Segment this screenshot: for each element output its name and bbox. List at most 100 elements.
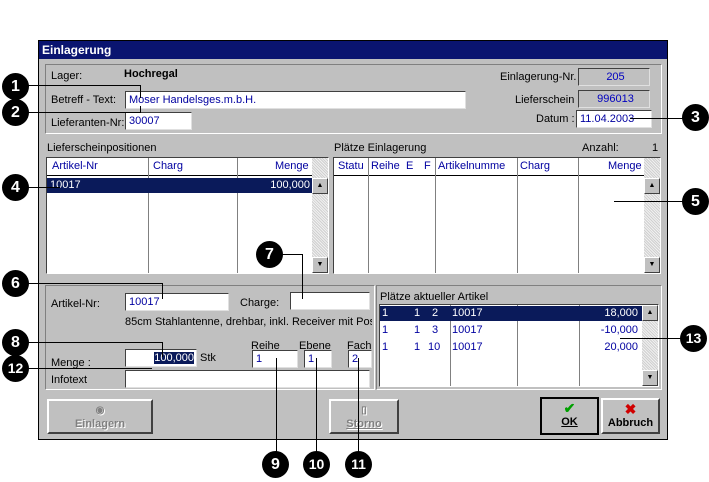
col-reihe[interactable]: Reihe xyxy=(371,160,400,172)
lieferanten-input[interactable]: 30007 xyxy=(125,112,192,130)
artikel-description: 85cm Stahlantenne, drehbar, inkl. Receiv… xyxy=(125,316,372,328)
abbruch-label: Abbruch xyxy=(607,417,654,429)
lieferschein-title: Lieferscheinpositionen xyxy=(47,142,157,154)
callout-12: 12 xyxy=(2,355,29,382)
lieferschein-label: Lieferschein xyxy=(515,94,575,106)
cell-reihe: 1 xyxy=(382,324,389,336)
table-row[interactable]: 1 1 2 10017 18,000 xyxy=(380,306,642,321)
row-menge: 100,000 xyxy=(270,179,310,191)
fach-input[interactable]: 2 xyxy=(348,350,372,368)
cell-menge: -10,000 xyxy=(600,324,638,336)
storno-button[interactable]: ▯ Storno xyxy=(329,399,399,434)
scroll-up-icon[interactable]: ▲ xyxy=(642,305,658,321)
cell-reihe: 1 xyxy=(382,307,389,319)
ok-button[interactable]: ✔ OK xyxy=(540,397,599,435)
row-artikel: 10017 xyxy=(50,179,81,191)
betreff-input[interactable]: Moser Handelsges.m.b.H. xyxy=(125,91,466,109)
menge-unit: Stk xyxy=(200,352,216,364)
cell-ebene: 1 xyxy=(414,341,421,353)
reihe-input[interactable]: 1 xyxy=(252,350,298,368)
lieferschein-value: 996013 xyxy=(578,90,650,108)
callout-4: 4 xyxy=(2,174,29,201)
cell-artikel: 10017 xyxy=(452,341,483,353)
abbruch-button[interactable]: ✖ Abbruch xyxy=(601,398,660,434)
anzahl-label: Anzahl: xyxy=(582,142,619,154)
scroll-up-icon[interactable]: ▲ xyxy=(644,178,660,194)
artikel-label: Artikel-Nr: xyxy=(51,298,100,310)
einlagern-button[interactable]: ◉ Einlagern xyxy=(47,399,153,434)
lieferschein-grid-header: Artikel-Nr Charg Menge xyxy=(47,158,312,176)
col-charg[interactable]: Charg xyxy=(520,160,550,172)
callout-10: 10 xyxy=(303,451,330,478)
infotext-input[interactable] xyxy=(125,370,370,388)
callout-11: 11 xyxy=(345,451,372,478)
callout-1: 1 xyxy=(2,73,29,100)
table-row[interactable]: 10017 100,000 xyxy=(47,178,312,193)
col-artikel-nr[interactable]: Artikel-Nr xyxy=(52,160,98,172)
plaetze-scrollbar[interactable]: ▲ ▼ xyxy=(644,158,660,273)
trash-icon: ▯ xyxy=(361,405,367,416)
col-e[interactable]: E xyxy=(406,160,413,172)
col-menge[interactable]: Menge xyxy=(608,160,642,172)
cell-reihe: 1 xyxy=(382,341,389,353)
einlagern-icon: ◉ xyxy=(95,405,105,416)
storno-label: Storno xyxy=(346,418,382,430)
cell-ebene: 1 xyxy=(414,307,421,319)
lieferschein-grid: Artikel-Nr Charg Menge 10017 100,000 ▲ ▼ xyxy=(46,157,329,274)
menge-input[interactable]: 100,000 xyxy=(125,349,197,367)
artikel-input[interactable]: 10017 xyxy=(125,293,229,311)
infotext-label: Infotext xyxy=(51,374,88,386)
window-title: Einlagerung xyxy=(39,41,667,59)
callout-6: 6 xyxy=(2,270,29,297)
callout-2: 2 xyxy=(2,99,29,126)
lieferanten-label: Lieferanten-Nr: xyxy=(51,117,125,129)
datum-input[interactable]: 11.04.2003 xyxy=(576,110,652,128)
cell-artikel: 10017 xyxy=(452,307,483,319)
callout-3: 3 xyxy=(682,104,709,131)
scroll-down-icon[interactable]: ▼ xyxy=(642,370,658,386)
cell-fach: 10 xyxy=(428,341,441,353)
ok-label: OK xyxy=(561,416,578,428)
cell-ebene: 1 xyxy=(414,324,421,336)
scroll-down-icon[interactable]: ▼ xyxy=(644,257,660,273)
betreff-label: Betreff - Text: xyxy=(51,94,117,106)
callout-8: 8 xyxy=(2,329,29,356)
col-charg[interactable]: Charg xyxy=(153,160,183,172)
plaetze-grid: Statu Reihe E F Artikelnumme Charg Menge… xyxy=(333,157,661,274)
lager-value: Hochregal xyxy=(124,68,178,80)
charge-label: Charge: xyxy=(240,297,280,309)
anzahl-value: 1 xyxy=(652,142,659,154)
ebene-input[interactable]: 1 xyxy=(304,350,332,368)
col-f[interactable]: F xyxy=(424,160,431,172)
callout-13: 13 xyxy=(680,325,707,352)
scroll-up-icon[interactable]: ▲ xyxy=(312,178,328,194)
cell-menge: 20,000 xyxy=(604,341,638,353)
einlagerung-nr-value: 205 xyxy=(578,68,650,86)
plaetze-title: Plätze Einlagerung xyxy=(334,142,427,154)
col-artikelnummer[interactable]: Artikelnumme xyxy=(438,160,505,172)
callout-5: 5 xyxy=(682,188,709,215)
einlagern-label: Einlagern xyxy=(74,418,126,430)
cell-artikel: 10017 xyxy=(452,324,483,336)
lager-label: Lager: xyxy=(51,70,83,82)
einlagerung-nr-label: Einlagerung-Nr. xyxy=(500,71,577,83)
table-row[interactable]: 1 1 10 10017 20,000 xyxy=(380,340,642,355)
cell-menge: 18,000 xyxy=(604,307,638,319)
checkmark-icon: ✔ xyxy=(563,400,576,416)
cell-fach: 3 xyxy=(432,324,439,336)
table-row[interactable]: 1 1 3 10017 -10,000 xyxy=(380,323,642,338)
datum-label: Datum : xyxy=(536,113,575,125)
aktuelle-grid: 1 1 2 10017 18,000 1 1 3 10017 -10,000 1… xyxy=(379,304,659,387)
menge-selected-value: 100,000 xyxy=(154,352,194,364)
col-status[interactable]: Statu xyxy=(338,160,364,172)
aktuelle-title: Plätze aktueller Artikel xyxy=(380,291,489,303)
col-menge[interactable]: Menge xyxy=(275,160,309,172)
lieferschein-scrollbar[interactable]: ▲ ▼ xyxy=(312,158,328,273)
close-icon: ✖ xyxy=(624,401,637,417)
scroll-down-icon[interactable]: ▼ xyxy=(312,257,328,273)
callout-9: 9 xyxy=(262,451,289,478)
aktuelle-scrollbar[interactable]: ▲ ▼ xyxy=(642,305,658,386)
callout-7: 7 xyxy=(256,241,283,268)
cell-fach: 2 xyxy=(432,307,439,319)
plaetze-grid-header: Statu Reihe E F Artikelnumme Charg Menge xyxy=(334,158,644,176)
